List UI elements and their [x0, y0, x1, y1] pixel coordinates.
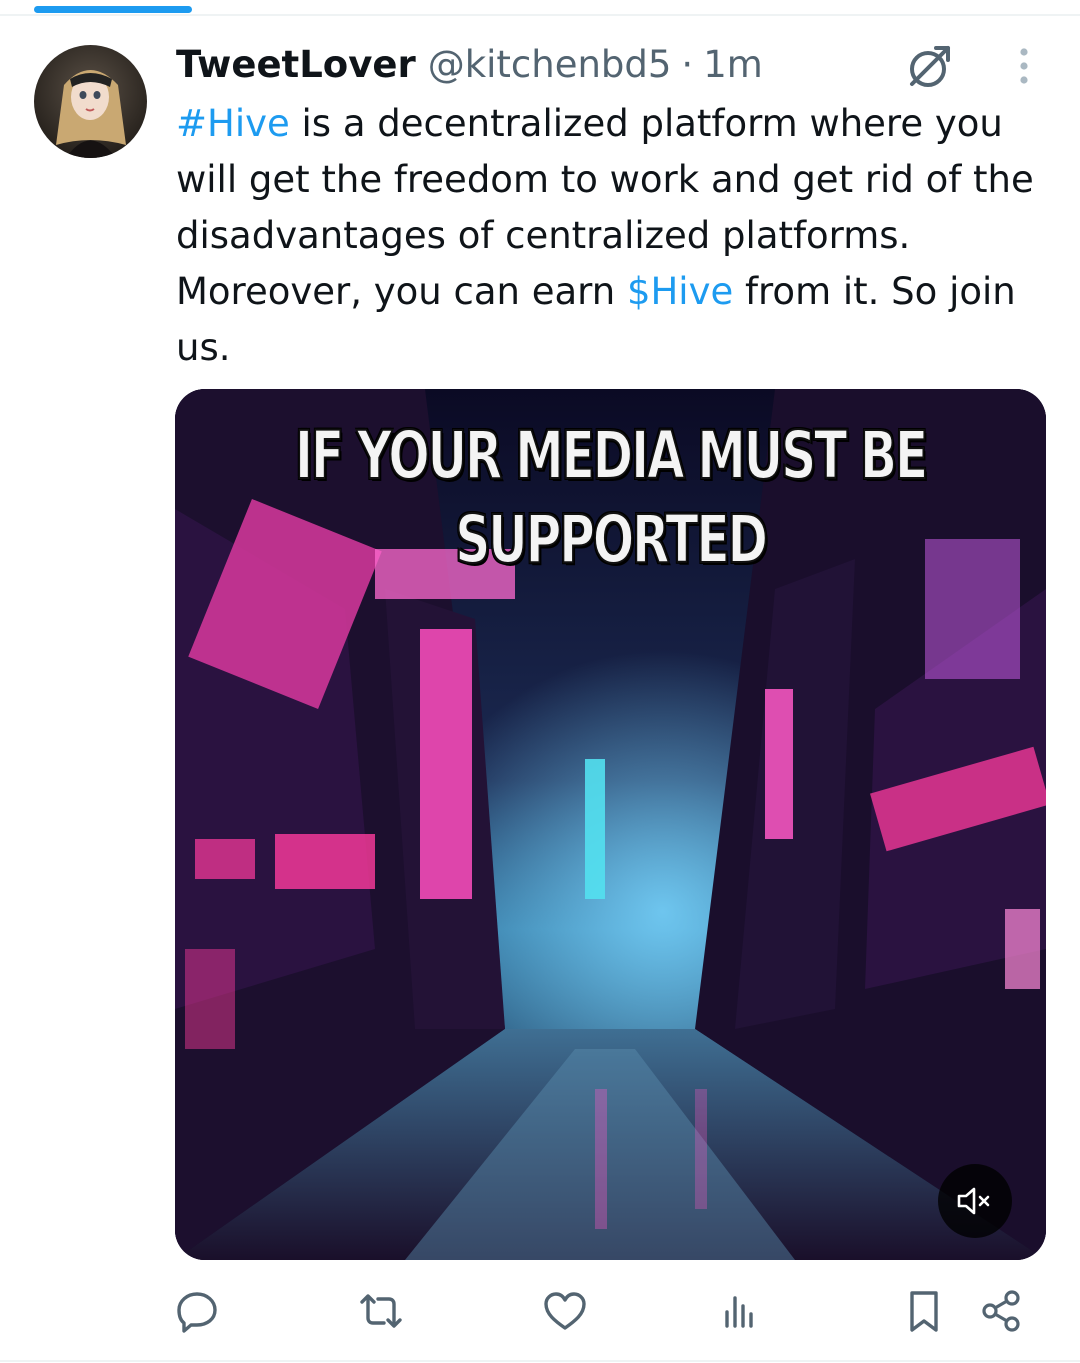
cashtag-link[interactable]: $Hive — [627, 270, 733, 313]
tweet-media-video[interactable]: IF YOUR MEDIA MUST BE SUPPORTED — [175, 389, 1046, 1260]
more-icon[interactable] — [1006, 46, 1042, 86]
reply-button[interactable] — [171, 1285, 223, 1337]
timestamp[interactable]: 1m — [703, 43, 763, 86]
like-icon — [544, 1292, 586, 1330]
mute-button[interactable] — [938, 1164, 1012, 1238]
tweet-text-segment: is a decentralized platform where you — [289, 102, 1003, 145]
share-button[interactable] — [975, 1285, 1027, 1337]
tweet-text-segment: disadvantages of centralized platforms. — [176, 214, 911, 257]
tweet-text-line: Moreover, you can earn $Hive from it. So… — [176, 264, 1056, 320]
repost-button[interactable] — [355, 1285, 407, 1337]
bottom-divider — [0, 1360, 1080, 1362]
views-button[interactable] — [714, 1285, 766, 1337]
grok-icon[interactable] — [902, 40, 956, 94]
tweet-text-segment: Moreover, you can earn — [176, 270, 627, 313]
user-handle[interactable]: @kitchenbd5 — [428, 43, 672, 86]
tweet-text-segment: from it. So join — [733, 270, 1016, 313]
video-caption-line-2: SUPPORTED — [454, 500, 768, 579]
video-caption-line-1: IF YOUR MEDIA MUST BE — [294, 416, 929, 495]
bookmark-icon — [910, 1291, 938, 1332]
share-icon — [982, 1290, 1020, 1332]
views-icon — [725, 1296, 753, 1328]
tweet-text-line: disadvantages of centralized platforms. — [176, 208, 1056, 264]
tweet-text-line: us. — [176, 320, 1056, 376]
like-button[interactable] — [539, 1285, 591, 1337]
tweet-header: TweetLover @kitchenbd5 · 1m — [176, 40, 763, 88]
top-divider — [0, 14, 1080, 16]
tweet-text-line: #Hive is a decentralized platform where … — [176, 96, 1056, 152]
mute-icon — [957, 1187, 990, 1215]
hashtag-link[interactable]: #Hive — [176, 102, 290, 145]
separator-dot: · — [681, 42, 694, 86]
tweet-text-line: will get the freedom to work and get rid… — [176, 152, 1056, 208]
bookmark-button[interactable] — [898, 1285, 950, 1337]
tweet-text: #Hive is a decentralized platform where … — [176, 96, 1056, 376]
tweet-actions — [0, 1285, 1080, 1337]
repost-icon — [360, 1294, 402, 1328]
active-tab-indicator — [34, 6, 192, 13]
reply-icon — [177, 1292, 217, 1333]
tweet-text-segment: us. — [176, 326, 231, 369]
avatar[interactable] — [34, 45, 147, 158]
display-name[interactable]: TweetLover — [176, 43, 416, 86]
tweet-text-segment: will get the freedom to work and get rid… — [176, 158, 1034, 201]
